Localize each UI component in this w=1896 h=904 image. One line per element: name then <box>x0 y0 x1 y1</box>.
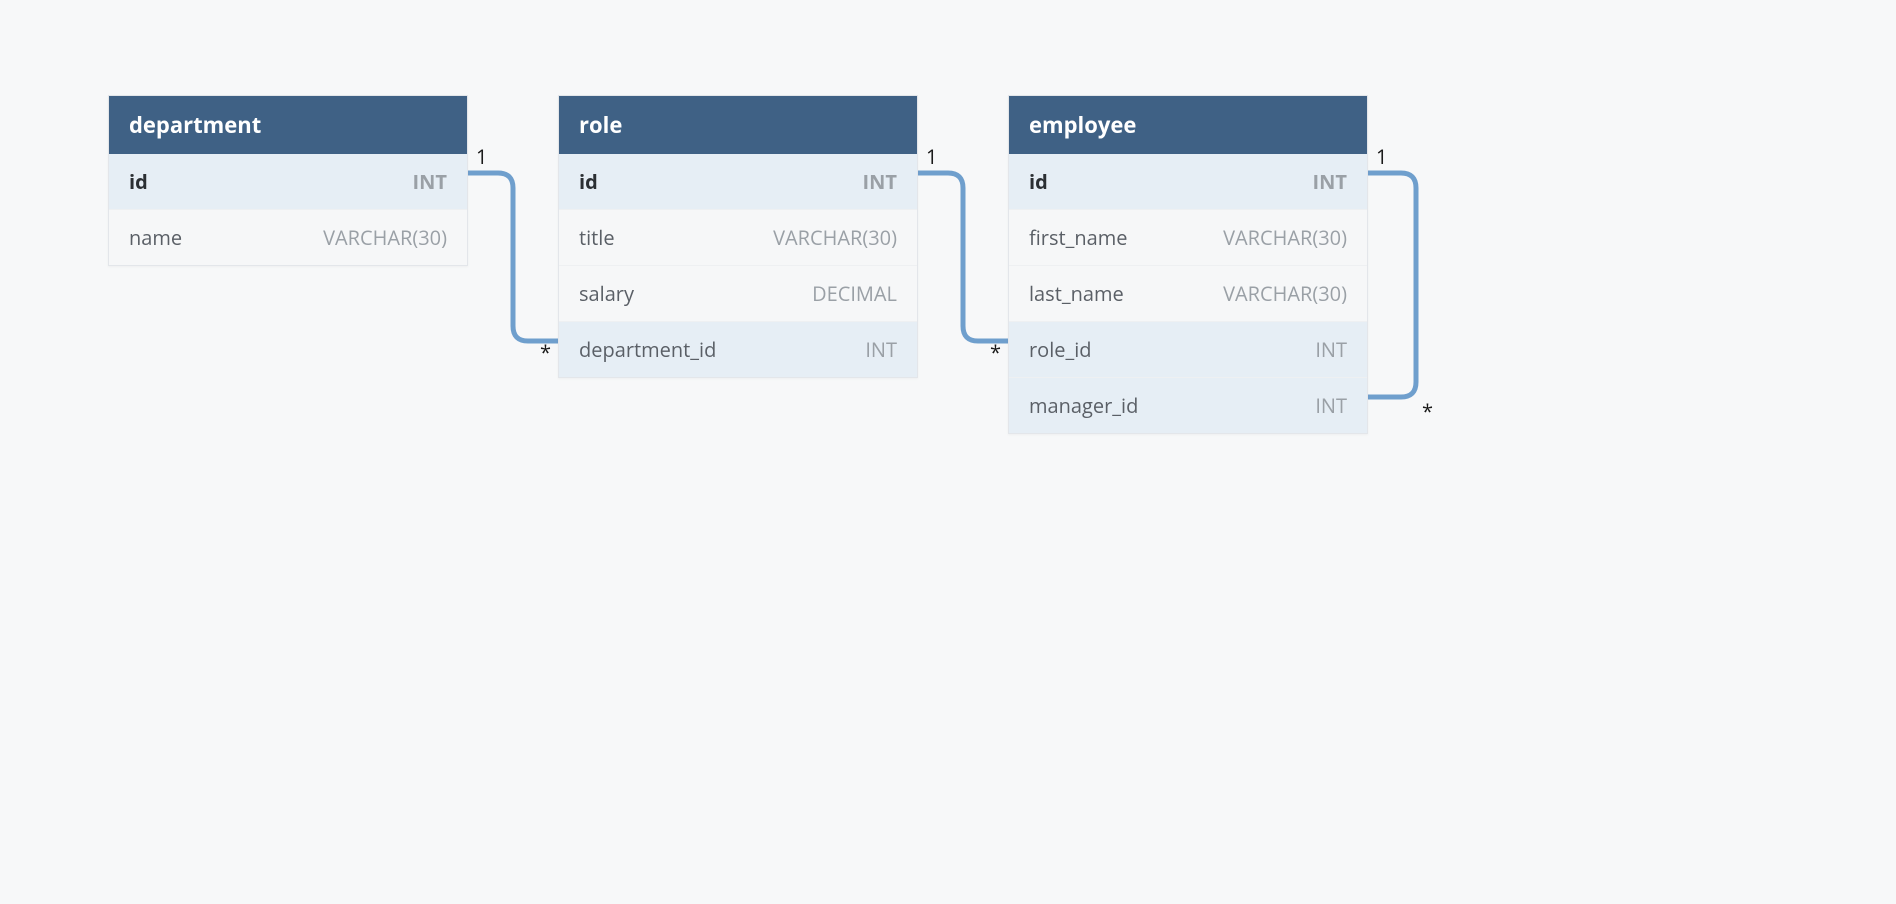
connector-role-to-employee <box>918 173 1008 341</box>
connector-dept-to-role <box>468 173 558 341</box>
table-row: manager_id INT <box>1009 378 1367 433</box>
table-role-header: role <box>559 96 917 154</box>
table-employee-header: employee <box>1009 96 1367 154</box>
cardinality-role-deptid-many: * <box>540 339 551 366</box>
table-row: last_name VARCHAR(30) <box>1009 266 1367 322</box>
column-type: VARCHAR(30) <box>1223 224 1347 251</box>
column-name: id <box>129 168 148 195</box>
cardinality-dept-one: 1 <box>476 143 487 170</box>
table-row: role_id INT <box>1009 322 1367 378</box>
column-type: VARCHAR(30) <box>1223 280 1347 307</box>
column-type: INT <box>413 168 447 195</box>
connector-employee-self <box>1368 173 1416 397</box>
cardinality-employee-managerid-many: * <box>1422 398 1433 425</box>
column-type: INT <box>865 336 897 363</box>
column-name: role_id <box>1029 336 1092 363</box>
column-name: title <box>579 224 615 251</box>
cardinality-role-one: 1 <box>926 143 937 170</box>
diagram-canvas: 1 * 1 * 1 * department id INT name VARCH… <box>0 0 1896 904</box>
column-type: INT <box>1313 168 1347 195</box>
column-type: INT <box>863 168 897 195</box>
table-row: id INT <box>559 154 917 210</box>
table-employee[interactable]: employee id INT first_name VARCHAR(30) l… <box>1008 95 1368 434</box>
column-name: name <box>129 224 182 251</box>
table-row: id INT <box>109 154 467 210</box>
table-row: salary DECIMAL <box>559 266 917 322</box>
cardinality-employee-roleid-many: * <box>990 339 1001 366</box>
column-name: last_name <box>1029 280 1124 307</box>
column-name: first_name <box>1029 224 1128 251</box>
column-name: id <box>579 168 598 195</box>
table-department[interactable]: department id INT name VARCHAR(30) <box>108 95 468 266</box>
column-type: DECIMAL <box>812 280 897 307</box>
column-name: department_id <box>579 336 716 363</box>
column-type: INT <box>1315 336 1347 363</box>
table-role[interactable]: role id INT title VARCHAR(30) salary DEC… <box>558 95 918 378</box>
table-row: first_name VARCHAR(30) <box>1009 210 1367 266</box>
column-type: VARCHAR(30) <box>773 224 897 251</box>
cardinality-employee-one: 1 <box>1376 143 1387 170</box>
column-name: id <box>1029 168 1048 195</box>
table-row: id INT <box>1009 154 1367 210</box>
column-name: salary <box>579 280 634 307</box>
table-row: title VARCHAR(30) <box>559 210 917 266</box>
table-row: name VARCHAR(30) <box>109 210 467 265</box>
column-name: manager_id <box>1029 392 1138 419</box>
table-row: department_id INT <box>559 322 917 377</box>
column-type: VARCHAR(30) <box>323 224 447 251</box>
column-type: INT <box>1315 392 1347 419</box>
table-department-header: department <box>109 96 467 154</box>
